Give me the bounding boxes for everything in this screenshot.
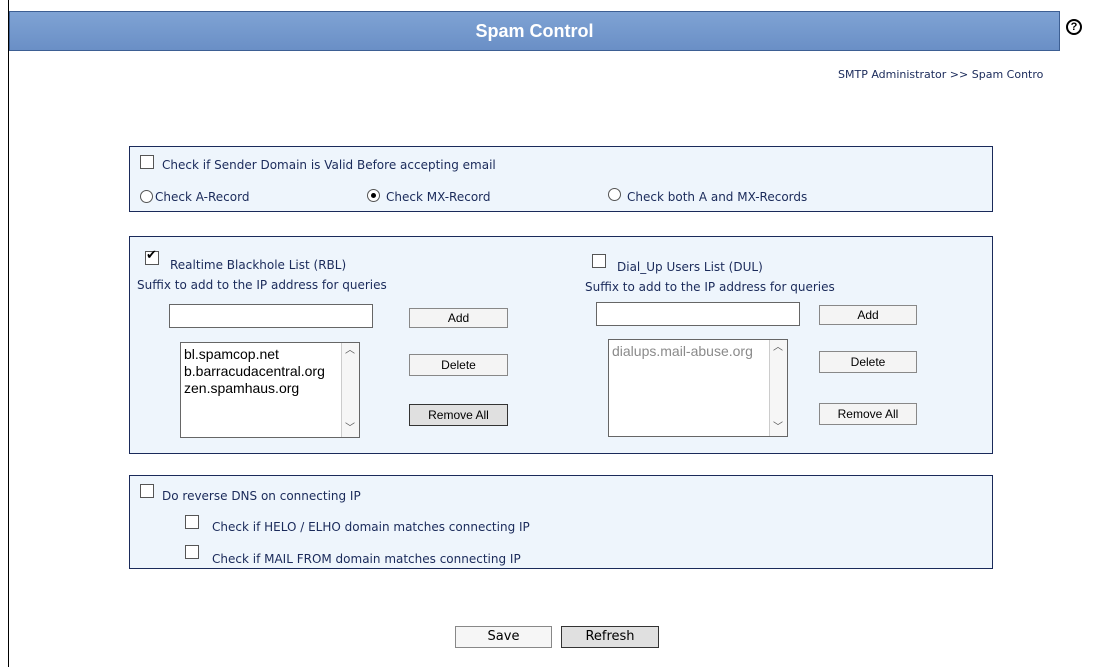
a-record-label: Check A-Record [155,190,250,204]
rbl-label: Realtime Blackhole List (RBL) [170,258,347,272]
reverse-dns-label: Do reverse DNS on connecting IP [162,489,361,503]
dul-list-scrollbar[interactable]: ︿ ﹀ [769,340,787,436]
scroll-down-icon[interactable]: ﹀ [770,420,786,436]
sender-domain-label: Check if Sender Domain is Valid Before a… [162,158,496,172]
refresh-button[interactable]: Refresh [561,626,659,648]
rbl-list-item[interactable]: bl.spamcop.net [184,346,341,363]
a-and-mx-records-radio[interactable] [608,188,621,201]
mail-from-checkbox[interactable] [185,545,199,559]
helo-label: Check if HELO / ELHO domain matches conn… [212,520,530,534]
dul-suffix-label: Suffix to add to the IP address for quer… [585,280,835,294]
rbl-list-scrollbar[interactable]: ︿ ﹀ [341,343,359,437]
dul-list-items: dialups.mail-abuse.org [612,343,769,360]
dul-delete-button[interactable]: Delete [819,351,917,373]
rbl-add-button[interactable]: Add [409,308,508,328]
help-icon[interactable]: ? [1066,19,1082,35]
dul-suffix-input[interactable] [596,302,800,326]
dul-list-item[interactable]: dialups.mail-abuse.org [612,343,769,360]
sender-domain-checkbox[interactable] [140,155,154,169]
dul-remove-all-button[interactable]: Remove All [819,403,917,425]
reverse-dns-checkbox[interactable] [140,484,154,498]
scroll-up-icon[interactable]: ︿ [770,340,786,356]
a-and-mx-records-label: Check both A and MX-Records [627,190,808,204]
sender-domain-panel [129,146,993,212]
mx-record-label: Check MX-Record [386,190,491,204]
breadcrumb[interactable]: SMTP Administrator >> Spam Contro [838,68,1043,81]
title-bar: Spam Control [9,11,1060,51]
helo-checkbox[interactable] [185,515,199,529]
dul-label: Dial_Up Users List (DUL) [617,260,763,274]
dul-list[interactable]: dialups.mail-abuse.org ︿ ﹀ [608,339,788,437]
rbl-remove-all-button[interactable]: Remove All [409,404,508,426]
rbl-delete-button[interactable]: Delete [409,354,508,376]
scroll-up-icon[interactable]: ︿ [342,343,358,359]
rbl-list[interactable]: bl.spamcop.net b.barracudacentral.org zen.… [180,342,360,438]
rbl-checkbox[interactable] [145,248,159,265]
mail-from-label: Check if MAIL FROM domain matches connec… [212,552,521,566]
dul-checkbox[interactable] [592,254,606,268]
scroll-down-icon[interactable]: ﹀ [342,421,358,437]
rbl-suffix-label: Suffix to add to the IP address for quer… [137,278,387,292]
save-button[interactable]: Save [455,626,552,648]
a-record-radio[interactable] [140,190,153,203]
rbl-list-items: bl.spamcop.net b.barracudacentral.org zen.… [184,346,341,397]
rbl-list-item[interactable]: zen.spamhaus.org [184,380,341,397]
mx-record-radio[interactable] [367,189,380,202]
rbl-list-item[interactable]: b.barracudacentral.org [184,363,341,380]
dul-add-button[interactable]: Add [819,305,917,325]
rbl-suffix-input[interactable] [169,304,373,328]
page-title: Spam Control [475,21,594,41]
